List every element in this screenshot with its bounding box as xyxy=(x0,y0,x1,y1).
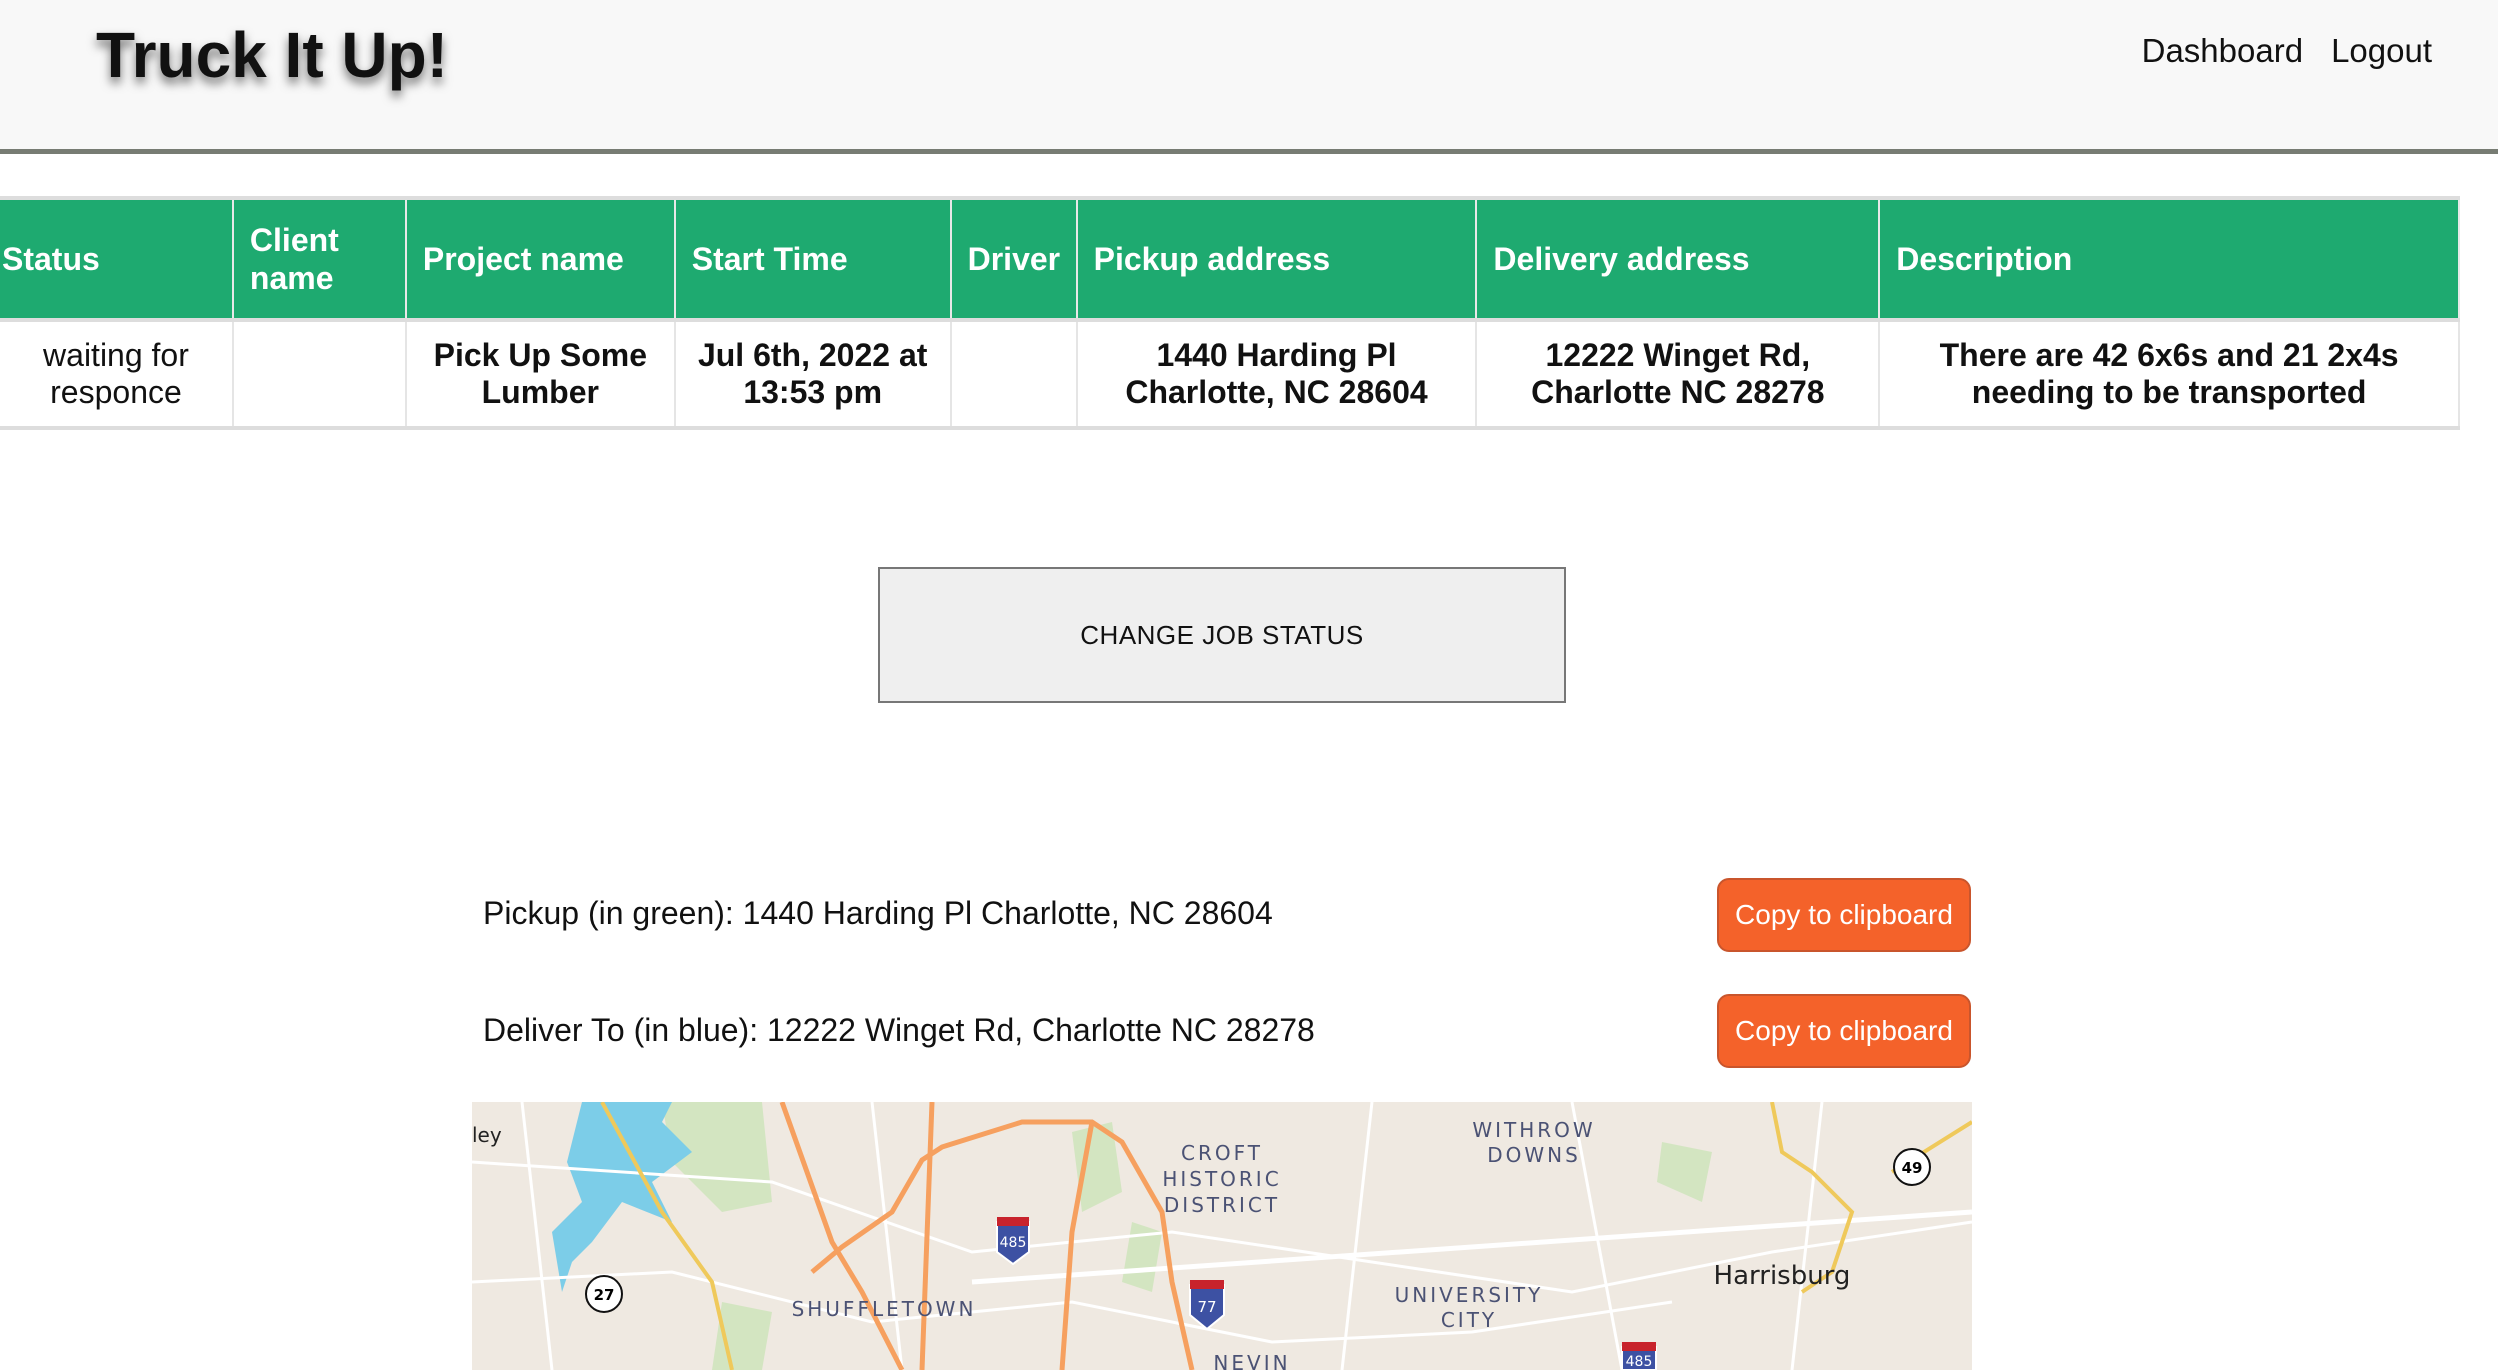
svg-text:77: 77 xyxy=(1197,1298,1216,1316)
svg-text:27: 27 xyxy=(594,1286,615,1304)
svg-text:WITHROW: WITHROW xyxy=(1472,1118,1595,1142)
col-delivery-address: Delivery address xyxy=(1476,198,1881,320)
job-table: Status Client name Project name Start Ti… xyxy=(0,196,2460,430)
svg-text:49: 49 xyxy=(1902,1159,1923,1177)
nav-logout-link[interactable]: Logout xyxy=(2331,32,2432,70)
cell-description: There are 42 6x6s and 21 2x4s needing to… xyxy=(1879,318,2460,428)
table-row: waiting for responce Pick Up Some Lumber… xyxy=(0,318,2460,428)
app-header: Truck It Up! Dashboard Logout xyxy=(0,0,2498,154)
copy-delivery-button[interactable]: Copy to clipboard xyxy=(1717,994,1971,1068)
interstate-485-shield: 485 xyxy=(996,1217,1030,1266)
cell-project-name: Pick Up Some Lumber xyxy=(405,318,676,428)
svg-text:ley: ley xyxy=(472,1123,502,1147)
change-job-status-button[interactable]: CHANGE JOB STATUS xyxy=(878,567,1566,703)
cell-pickup-address: 1440 Harding Pl Charlotte, NC 28604 xyxy=(1076,318,1478,428)
col-start-time: Start Time xyxy=(674,198,952,320)
col-client-name: Client name xyxy=(232,198,407,320)
interstate-485-shield-east: 485 xyxy=(1621,1342,1657,1370)
cell-client-name xyxy=(232,318,407,428)
col-status: Status xyxy=(0,198,234,320)
col-description: Description xyxy=(1879,198,2460,320)
col-pickup-address: Pickup address xyxy=(1076,198,1478,320)
pickup-address-text: Pickup (in green): 1440 Harding Pl Charl… xyxy=(483,895,1273,931)
state-road xyxy=(600,1102,1972,1370)
col-project-name: Project name xyxy=(405,198,676,320)
cell-driver xyxy=(950,318,1078,428)
col-driver: Driver xyxy=(950,198,1078,320)
top-nav: Dashboard Logout xyxy=(2142,32,2432,70)
cell-start-time: Jul 6th, 2022 at 13:53 pm xyxy=(674,318,952,428)
cell-status: waiting for responce xyxy=(0,318,234,428)
svg-text:Harrisburg: Harrisburg xyxy=(1714,1261,1851,1291)
cell-delivery-address: 12222 Winget Rd, Charlotte NC 28278 xyxy=(1476,318,1881,428)
nav-dashboard-link[interactable]: Dashboard xyxy=(2142,32,2303,70)
delivery-address-text: Deliver To (in blue): 12222 Winget Rd, C… xyxy=(483,1012,1315,1048)
interstate-77-shield: 77 xyxy=(1189,1280,1225,1331)
svg-text:CROFT: CROFT xyxy=(1181,1141,1263,1165)
svg-text:NEVIN: NEVIN xyxy=(1213,1351,1290,1370)
svg-text:HISTORIC: HISTORIC xyxy=(1162,1167,1281,1191)
svg-text:DOWNS: DOWNS xyxy=(1487,1143,1581,1167)
route-map[interactable]: ley CROFT HISTORIC DISTRICT WITHROW DOWN… xyxy=(472,1102,1972,1370)
route-27-shield: 27 xyxy=(585,1275,623,1313)
svg-text:UNIVERSITY: UNIVERSITY xyxy=(1395,1283,1544,1307)
svg-text:CITY: CITY xyxy=(1441,1308,1497,1332)
svg-text:DISTRICT: DISTRICT xyxy=(1164,1193,1280,1217)
route-49-shield: 49 xyxy=(1893,1148,1931,1186)
app-logo-title: Truck It Up! xyxy=(96,19,449,91)
svg-text:485: 485 xyxy=(1626,1354,1653,1370)
svg-text:485: 485 xyxy=(1000,1235,1027,1251)
copy-pickup-button[interactable]: Copy to clipboard xyxy=(1717,878,1971,952)
svg-text:SHUFFLETOWN: SHUFFLETOWN xyxy=(792,1297,977,1321)
